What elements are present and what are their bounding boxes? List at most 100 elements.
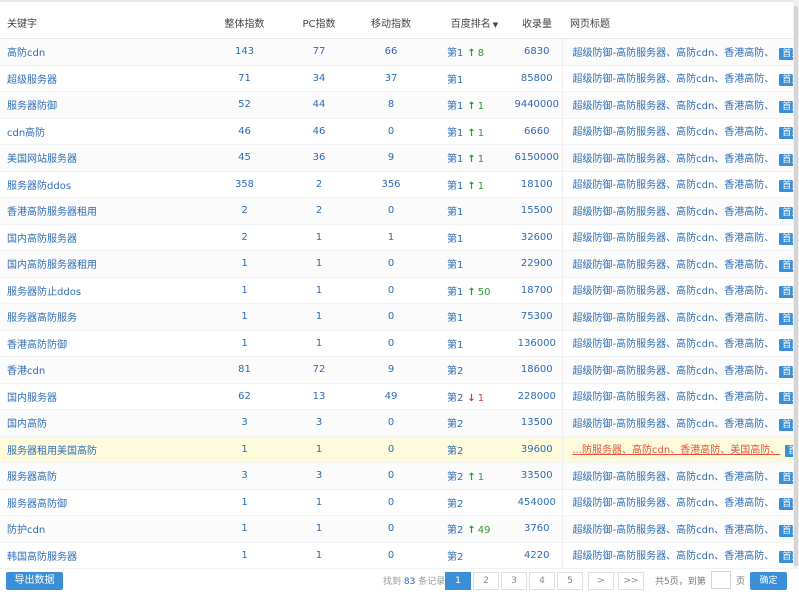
page-title-link[interactable]: 超级防御-高防服务器、高防cdn、香港高防、 [573, 419, 775, 430]
keyword-cell[interactable]: 国内高防 [0, 409, 196, 437]
col-header-baidu-rank[interactable]: 百度排名 ▼ [437, 6, 512, 39]
pc-index-cell: 46 [293, 118, 345, 145]
indexed-count-cell[interactable]: 6150000 [512, 144, 562, 172]
page-title-cell: 超级防御-高防服务器、高防cdn、香港高防、 首页 [561, 277, 799, 304]
keyword-cell[interactable]: 服务器防御 [0, 91, 196, 119]
keyword-cell[interactable]: 香港高防服务器租用 [0, 197, 196, 225]
keyword-cell[interactable]: 香港cdn [0, 356, 196, 384]
page-title-link[interactable]: 超级防御-高防服务器、高防cdn、香港高防、 [573, 392, 775, 403]
goto-page-input[interactable] [711, 571, 731, 589]
page-title-link[interactable]: 超级防御-高防服务器、高防cdn、香港高防、 [573, 260, 775, 271]
page-title-link[interactable]: 超级防御-高防服务器、高防cdn、香港高防、 [573, 339, 775, 350]
indexed-count-cell[interactable]: 15500 [512, 197, 562, 225]
keyword-cell[interactable]: 服务器高防 [0, 462, 196, 490]
page-button[interactable]: 4 [529, 572, 555, 590]
page-title-cell: 超级防御-高防服务器、高防cdn、香港高防、 首页 [561, 197, 799, 225]
page-button[interactable]: 1 [445, 572, 471, 590]
export-data-button[interactable]: 导出数据 [6, 572, 63, 590]
keyword-cell[interactable]: 防护cdn [0, 515, 196, 543]
page-title-cell: 超级防御-高防服务器、高防cdn、香港高防、 首页 [561, 171, 799, 198]
keyword-cell[interactable]: 服务器高防服务 [0, 303, 196, 331]
page-title-link[interactable]: 超级防御-高防服务器、高防cdn、香港高防、 [573, 498, 775, 509]
page-title-link[interactable]: 超级防御-高防服务器、高防cdn、香港高防、 [573, 551, 775, 562]
page-button[interactable]: 3 [501, 572, 527, 590]
rank-change: 1 [477, 101, 485, 113]
pc-index-cell: 34 [293, 65, 345, 92]
keyword-cell[interactable]: 韩国高防服务器 [0, 542, 196, 569]
page-title-link[interactable]: 超级防御-高防服务器、高防cdn、香港高防、 [573, 286, 775, 297]
baidu-rank-cell: 第1 [437, 303, 512, 331]
page-title-link[interactable]: 超级防御-高防服务器、高防cdn、香港高防、 [573, 180, 775, 191]
indexed-count-cell[interactable]: 39600 [512, 436, 562, 463]
page-button[interactable]: 2 [473, 572, 499, 590]
indexed-count-cell[interactable]: 22900 [512, 250, 562, 278]
page-title-link[interactable]: ...防服务器、高防cdn、香港高防、美国高防、 [573, 445, 781, 456]
confirm-button[interactable]: 确定 [750, 572, 787, 590]
pc-index-cell: 1 [293, 303, 345, 331]
page-title-link[interactable]: 超级防御-高防服务器、高防cdn、香港高防、 [573, 233, 775, 244]
baidu-rank-cell: 第2 ↑ 49 [437, 515, 512, 543]
keyword-cell[interactable]: cdn高防 [0, 118, 196, 145]
indexed-count-cell[interactable]: 228000 [512, 383, 562, 410]
indexed-count-cell[interactable]: 3760 [512, 515, 562, 543]
indexed-count-cell[interactable]: 9440000 [512, 91, 562, 119]
vertical-scrollbar-thumb[interactable] [794, 6, 798, 566]
col-header-keyword: 关键字 [0, 6, 196, 39]
page-title-link[interactable]: 超级防御-高防服务器、高防cdn、香港高防、 [573, 74, 775, 85]
indexed-count-cell[interactable]: 454000 [512, 489, 562, 516]
indexed-count-cell[interactable]: 32600 [512, 224, 562, 251]
indexed-count-cell[interactable]: 85800 [512, 65, 562, 92]
total-index-cell: 62 [196, 383, 293, 410]
page-button[interactable]: 5 [557, 572, 583, 590]
page-title-link[interactable]: 超级防御-高防服务器、高防cdn、香港高防、 [573, 127, 775, 138]
keyword-cell[interactable]: 国内高防服务器 [0, 224, 196, 251]
indexed-count-cell[interactable]: 4220 [512, 542, 562, 569]
page-title-link[interactable]: 超级防御-高防服务器、高防cdn、香港高防、 [573, 207, 775, 218]
mobile-index-cell: 9 [345, 144, 437, 172]
rank-change: 8 [477, 48, 485, 60]
page-button[interactable]: > [588, 572, 614, 590]
keyword-cell[interactable]: 高防cdn [0, 38, 196, 66]
page-button[interactable]: >> [618, 572, 644, 590]
rank-value: 第2 [447, 419, 464, 431]
indexed-count-cell[interactable]: 18600 [512, 356, 562, 384]
col-header-pc-index[interactable]: PC指数 [293, 6, 345, 39]
indexed-count-cell[interactable]: 18700 [512, 277, 562, 304]
indexed-count-cell[interactable]: 6830 [512, 38, 562, 66]
rank-value: 第2 [447, 472, 464, 484]
page-title-cell: 超级防御-高防服务器、高防cdn、香港高防、 首页 [561, 303, 799, 331]
page-title-link[interactable]: 超级防御-高防服务器、高防cdn、香港高防、 [573, 48, 775, 59]
page-title-cell: 超级防御-高防服务器、高防cdn、香港高防、 首页 [561, 542, 799, 569]
rank-value: 第2 [447, 525, 464, 537]
table-row: 服务器防ddos 358 2 356 第1 ↑ 1 18100 超级防御-高防服务器、高防cdn… [0, 171, 799, 198]
keyword-cell[interactable]: 超级服务器 [0, 65, 196, 92]
col-header-mobile-index[interactable]: 移动指数 [345, 6, 437, 39]
total-index-cell: 2 [196, 197, 293, 225]
page-title-link[interactable]: 超级防御-高防服务器、高防cdn、香港高防、 [573, 101, 775, 112]
indexed-count-cell[interactable]: 6660 [512, 118, 562, 145]
col-header-indexed[interactable]: 收录量 [512, 6, 562, 39]
page-title-link[interactable]: 超级防御-高防服务器、高防cdn、香港高防、 [573, 154, 775, 165]
page-title-link[interactable]: 超级防御-高防服务器、高防cdn、香港高防、 [573, 472, 775, 483]
page-title-link[interactable]: 超级防御-高防服务器、高防cdn、香港高防、 [573, 313, 775, 324]
keyword-cell[interactable]: 服务器租用美国高防 [0, 436, 196, 463]
total-index-cell: 358 [196, 171, 293, 198]
indexed-count-cell[interactable]: 75300 [512, 303, 562, 331]
keyword-cell[interactable]: 香港高防防御 [0, 330, 196, 357]
keyword-cell[interactable]: 国内服务器 [0, 383, 196, 410]
indexed-count-cell[interactable]: 13500 [512, 409, 562, 437]
col-header-total-index[interactable]: 整体指数 [196, 6, 293, 39]
indexed-count-cell[interactable]: 18100 [512, 171, 562, 198]
indexed-count-cell[interactable]: 136000 [512, 330, 562, 357]
page-title-link[interactable]: 超级防御-高防服务器、高防cdn、香港高防、 [573, 525, 775, 536]
keyword-cell[interactable]: 服务器高防御 [0, 489, 196, 516]
total-index-cell: 1 [196, 250, 293, 278]
page-title-link[interactable]: 超级防御-高防服务器、高防cdn、香港高防、 [573, 366, 775, 377]
rank-change: 1 [477, 127, 485, 139]
keyword-cell[interactable]: 服务器防ddos [0, 171, 196, 198]
total-index-cell: 81 [196, 356, 293, 384]
keyword-cell[interactable]: 服务器防止ddos [0, 277, 196, 304]
keyword-cell[interactable]: 美国网站服务器 [0, 144, 196, 172]
keyword-cell[interactable]: 国内高防服务器租用 [0, 250, 196, 278]
indexed-count-cell[interactable]: 33500 [512, 462, 562, 490]
